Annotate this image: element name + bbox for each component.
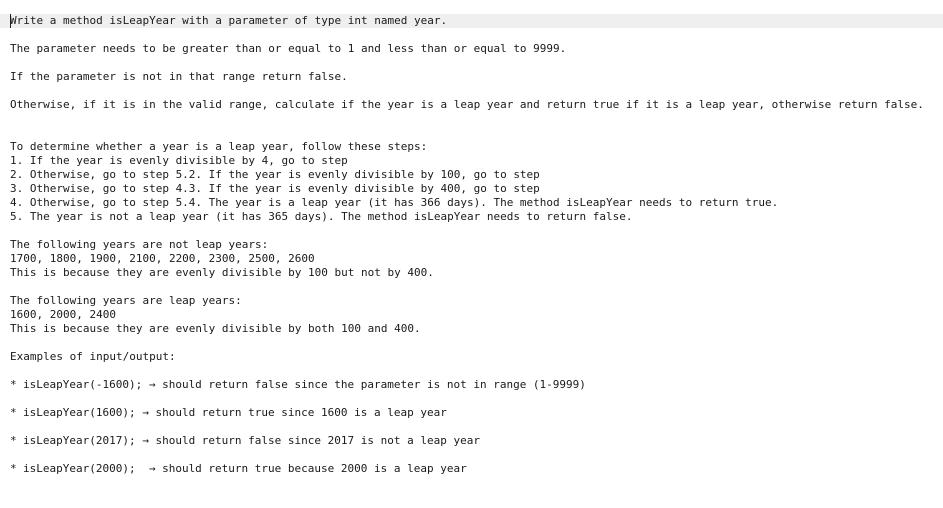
not-leap-years[interactable]: 1700, 1800, 1900, 2100, 2200, 2300, 2500…	[10, 252, 315, 266]
example-line-1[interactable]: * isLeapYear(-1600); → should return fals…	[10, 378, 586, 392]
bullet-icon: *	[10, 378, 17, 391]
step-line-4[interactable]: 4. Otherwise, go to step 5.4. The year i…	[10, 196, 778, 210]
examples-heading[interactable]: Examples of input/output:	[10, 350, 176, 364]
example-text: isLeapYear(2017); → should return false …	[23, 434, 480, 447]
step-line-2[interactable]: 2. Otherwise, go to step 5.2. If the yea…	[10, 168, 540, 182]
example-line-2[interactable]: * isLeapYear(1600); → should return true …	[10, 406, 447, 420]
step-line-1[interactable]: 1. If the year is evenly divisible by 4,…	[10, 154, 348, 168]
example-text: isLeapYear(-1600); → should return false…	[23, 378, 586, 391]
step-line-5[interactable]: 5. The year is not a leap year (it has 3…	[10, 210, 633, 224]
bullet-icon: *	[10, 462, 17, 475]
leap-reason[interactable]: This is because they are evenly divisibl…	[10, 322, 421, 336]
not-leap-reason[interactable]: This is because they are evenly divisibl…	[10, 266, 434, 280]
intro-line-3[interactable]: If the parameter is not in that range re…	[10, 70, 348, 84]
leap-years[interactable]: 1600, 2000, 2400	[10, 308, 116, 322]
step-line-3[interactable]: 3. Otherwise, go to step 4.3. If the yea…	[10, 182, 540, 196]
leap-heading[interactable]: The following years are leap years:	[10, 294, 242, 308]
intro-line-1[interactable]: Write a method isLeapYear with a paramet…	[10, 14, 447, 28]
bullet-icon: *	[10, 406, 17, 419]
not-leap-heading[interactable]: The following years are not leap years:	[10, 238, 268, 252]
intro-line-4[interactable]: Otherwise, if it is in the valid range, …	[10, 98, 924, 112]
example-text: isLeapYear(2000); → should return true b…	[23, 462, 467, 475]
example-line-3[interactable]: * isLeapYear(2017); → should return false…	[10, 434, 480, 448]
example-line-4[interactable]: * isLeapYear(2000); → should return true …	[10, 462, 467, 476]
intro-line-2[interactable]: The parameter needs to be greater than o…	[10, 42, 566, 56]
bullet-icon: *	[10, 434, 17, 447]
steps-intro[interactable]: To determine whether a year is a leap ye…	[10, 140, 427, 154]
example-text: isLeapYear(1600); → should return true s…	[23, 406, 447, 419]
